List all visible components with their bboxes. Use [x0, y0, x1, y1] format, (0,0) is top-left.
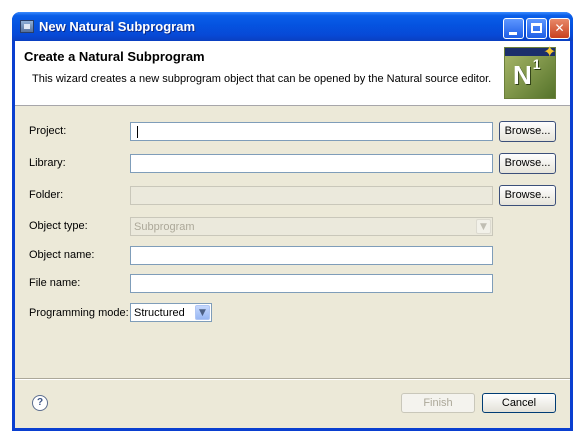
object-name-text[interactable]	[131, 247, 492, 264]
library-browse-button[interactable]: Browse...	[499, 153, 556, 174]
maximize-button[interactable]	[526, 18, 547, 39]
maximize-icon	[531, 23, 542, 33]
programming-mode-label: Programming mode:	[29, 307, 129, 319]
sparkle-icon: ✦	[543, 42, 557, 61]
object-name-label: Object name:	[29, 249, 95, 261]
file-name-text[interactable]	[131, 275, 492, 292]
finish-button[interactable]: Finish	[401, 393, 475, 413]
programming-mode-select[interactable]: Structured ▼	[130, 303, 212, 322]
window-icon	[20, 20, 34, 33]
folder-browse-button[interactable]: Browse...	[499, 185, 556, 206]
project-label: Project:	[29, 125, 67, 137]
library-input[interactable]	[130, 154, 493, 173]
wizard-window: New Natural Subprogram ✕ Create a Natura…	[12, 12, 573, 431]
close-button[interactable]: ✕	[549, 18, 570, 39]
object-type-label: Object type:	[29, 220, 88, 232]
library-text[interactable]	[131, 155, 492, 172]
help-icon[interactable]: ?	[32, 395, 48, 411]
text-cursor	[137, 126, 138, 138]
project-text[interactable]	[131, 123, 492, 140]
object-type-select: Subprogram ▼	[130, 217, 493, 236]
programming-mode-value: Structured	[134, 307, 185, 319]
library-label: Library:	[29, 157, 66, 169]
project-browse-button[interactable]: Browse...	[499, 121, 556, 142]
footer-divider	[15, 378, 570, 380]
chevron-down-icon: ▼	[476, 219, 491, 234]
folder-input	[130, 186, 493, 205]
window-title: New Natural Subprogram	[39, 19, 196, 34]
minimize-icon	[509, 32, 517, 35]
project-input[interactable]	[130, 122, 493, 141]
folder-text	[131, 187, 492, 204]
object-name-input[interactable]	[130, 246, 493, 265]
file-name-input[interactable]	[130, 274, 493, 293]
page-description: This wizard creates a new subprogram obj…	[32, 73, 492, 85]
cancel-button[interactable]: Cancel	[482, 393, 556, 413]
wizard-header: Create a Natural Subprogram This wizard …	[15, 41, 570, 106]
natural-logo-icon: ✦ N1	[504, 42, 556, 99]
title-bar[interactable]: New Natural Subprogram ✕	[12, 12, 573, 41]
close-icon: ✕	[554, 21, 565, 35]
folder-label: Folder:	[29, 189, 64, 201]
page-title: Create a Natural Subprogram	[24, 49, 205, 64]
object-type-value: Subprogram	[134, 221, 195, 233]
chevron-down-icon[interactable]: ▼	[195, 305, 210, 320]
file-name-label: File name:	[29, 277, 81, 289]
minimize-button[interactable]	[503, 18, 524, 39]
